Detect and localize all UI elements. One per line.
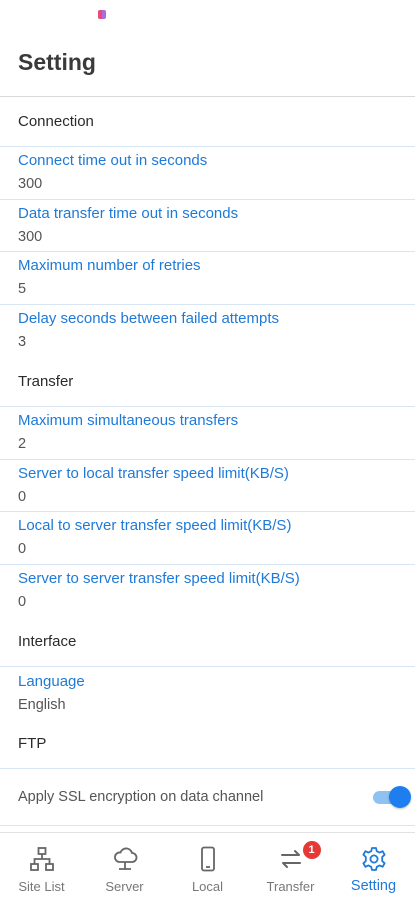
nav-label: Setting: [350, 878, 397, 894]
section-header-interface: Interface: [0, 617, 415, 667]
setting-language[interactable]: Language English: [0, 667, 415, 720]
nav-local[interactable]: Local: [166, 833, 249, 900]
setting-title: Maximum simultaneous transfers: [18, 412, 239, 430]
notification-icon: [98, 10, 106, 19]
gear-icon: [362, 847, 385, 871]
setting-retry-delay[interactable]: Delay seconds between failed attempts 3: [0, 305, 415, 358]
setting-ssl-data-channel[interactable]: Apply SSL encryption on data channel: [0, 767, 415, 826]
nav-setting[interactable]: Setting: [332, 833, 415, 900]
setting-title: Maximum number of retries: [18, 257, 201, 275]
setting-title: Delay seconds between failed attempts: [18, 310, 279, 328]
nav-label: Transfer: [266, 879, 315, 894]
setting-value: 300: [18, 228, 43, 245]
setting-local-to-server-speed[interactable]: Local to server transfer speed limit(KB/…: [0, 512, 415, 565]
cloud-server-icon: [113, 847, 137, 870]
page-title: Setting: [18, 49, 96, 75]
setting-server-to-local-speed[interactable]: Server to local transfer speed limit(KB/…: [0, 460, 415, 512]
setting-value: English: [18, 696, 66, 713]
sitemap-icon: [29, 847, 54, 871]
ssl-toggle-switch[interactable]: [371, 785, 411, 808]
phone-icon: [200, 846, 215, 872]
setting-value: 0: [18, 488, 27, 505]
setting-title: Server to local transfer speed limit(KB/…: [18, 464, 289, 482]
transfer-arrows-icon: [280, 850, 301, 868]
setting-value: 0: [18, 594, 27, 611]
transfer-count-badge: 1: [302, 841, 321, 859]
settings-list[interactable]: Connection Connect time out in seconds 3…: [0, 96, 415, 832]
setting-data-transfer-timeout[interactable]: Data transfer time out in seconds 300: [0, 200, 415, 252]
setting-title: Local to server transfer speed limit(KB/…: [18, 517, 292, 535]
toggle-label: Apply SSL encryption on data channel: [18, 788, 264, 805]
setting-max-retries[interactable]: Maximum number of retries 5: [0, 252, 415, 305]
setting-connect-timeout[interactable]: Connect time out in seconds 300: [0, 147, 415, 200]
nav-label: Local: [191, 879, 224, 894]
switch-thumb: [389, 785, 411, 808]
bottom-nav: Site List Server Local 1 Transfer Settin…: [0, 832, 415, 900]
status-bar: [0, 0, 415, 30]
setting-title: Language: [18, 672, 85, 690]
nav-label: Server: [105, 879, 144, 894]
setting-max-simultaneous-transfers[interactable]: Maximum simultaneous transfers 2: [0, 407, 415, 460]
section-header-connection: Connection: [0, 97, 415, 147]
setting-value: 0: [18, 541, 27, 558]
setting-server-to-server-speed[interactable]: Server to server transfer speed limit(KB…: [0, 565, 415, 618]
setting-value: 5: [18, 281, 27, 298]
setting-title: Server to server transfer speed limit(KB…: [18, 570, 300, 588]
nav-transfer[interactable]: 1 Transfer: [249, 833, 332, 900]
setting-title: Connect time out in seconds: [18, 152, 208, 170]
nav-label: Site List: [18, 879, 65, 894]
nav-site-list[interactable]: Site List: [0, 833, 83, 900]
nav-server[interactable]: Server: [83, 833, 166, 900]
section-header-ftp: FTP: [18, 735, 47, 752]
section-header-transfer: Transfer: [0, 357, 415, 407]
setting-title: Data transfer time out in seconds: [18, 204, 239, 222]
setting-value: 3: [18, 334, 27, 351]
setting-value: 2: [18, 436, 27, 453]
setting-value: 300: [18, 176, 43, 193]
